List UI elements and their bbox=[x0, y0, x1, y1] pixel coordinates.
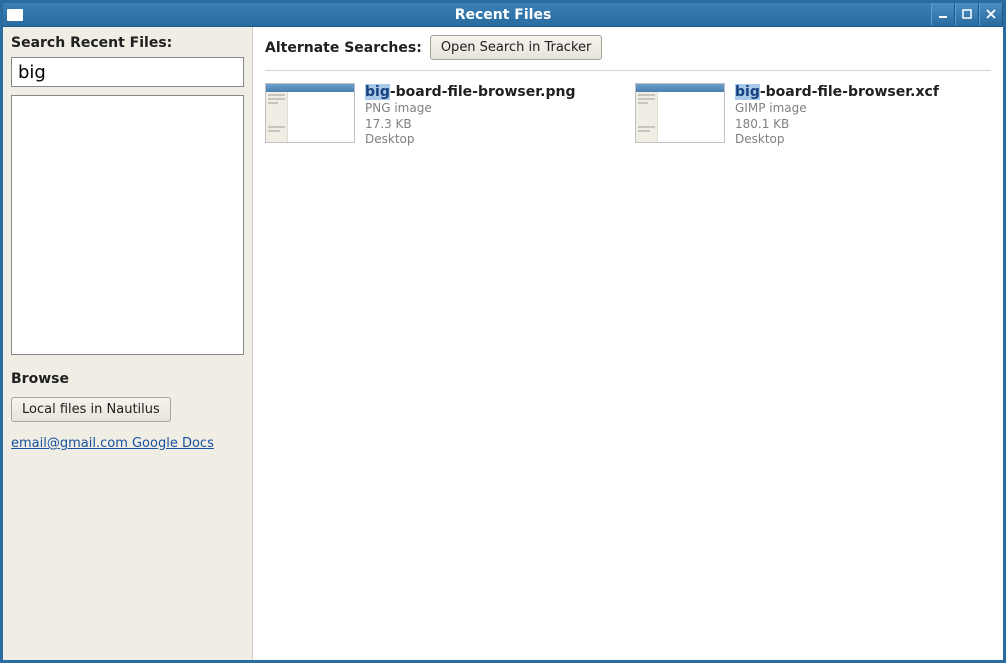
sidebar: Search Recent Files: Browse Local files … bbox=[3, 27, 253, 660]
filename-match-highlight: big bbox=[365, 84, 390, 100]
window-title: Recent Files bbox=[3, 7, 1003, 23]
file-name: big-board-file-browser.xcf bbox=[735, 83, 939, 101]
file-item[interactable]: big-board-file-browser.pngPNG image17.3 … bbox=[265, 83, 595, 148]
file-item[interactable]: big-board-file-browser.xcfGIMP image180.… bbox=[635, 83, 965, 148]
search-input[interactable] bbox=[11, 57, 244, 87]
file-size: 180.1 KB bbox=[735, 117, 939, 133]
maximize-button[interactable] bbox=[955, 3, 979, 25]
divider bbox=[265, 70, 991, 71]
close-button[interactable] bbox=[979, 3, 1003, 25]
alternate-searches-label: Alternate Searches: bbox=[265, 40, 422, 56]
minimize-button[interactable] bbox=[931, 3, 955, 25]
file-results-grid: big-board-file-browser.pngPNG image17.3 … bbox=[265, 83, 991, 148]
browse-section: Browse Local files in Nautilus email@gma… bbox=[11, 371, 244, 451]
browse-label: Browse bbox=[11, 371, 244, 387]
google-docs-link[interactable]: email@gmail.com Google Docs bbox=[11, 436, 214, 451]
app-window: Recent Files Search Recent Files: Browse… bbox=[0, 0, 1006, 663]
alternate-searches-row: Alternate Searches: Open Search in Track… bbox=[265, 35, 991, 70]
file-location: Desktop bbox=[365, 132, 576, 148]
filename-rest: -board-file-browser.png bbox=[390, 84, 576, 100]
titlebar[interactable]: Recent Files bbox=[3, 3, 1003, 27]
filename-match-highlight: big bbox=[735, 84, 760, 100]
file-type: GIMP image bbox=[735, 101, 939, 117]
file-info: big-board-file-browser.xcfGIMP image180.… bbox=[735, 83, 939, 148]
file-thumbnail bbox=[635, 83, 725, 143]
file-thumbnail bbox=[265, 83, 355, 143]
open-search-tracker-button[interactable]: Open Search in Tracker bbox=[430, 35, 603, 60]
filename-rest: -board-file-browser.xcf bbox=[760, 84, 939, 100]
file-type: PNG image bbox=[365, 101, 576, 117]
file-size: 17.3 KB bbox=[365, 117, 576, 133]
content-area: Search Recent Files: Browse Local files … bbox=[3, 27, 1003, 660]
file-location: Desktop bbox=[735, 132, 939, 148]
local-files-button[interactable]: Local files in Nautilus bbox=[11, 397, 171, 422]
main-panel: Alternate Searches: Open Search in Track… bbox=[253, 27, 1003, 660]
search-label: Search Recent Files: bbox=[11, 35, 244, 51]
app-icon bbox=[7, 9, 23, 21]
file-info: big-board-file-browser.pngPNG image17.3 … bbox=[365, 83, 576, 148]
file-name: big-board-file-browser.png bbox=[365, 83, 576, 101]
window-controls bbox=[931, 3, 1003, 26]
search-suggestions-box[interactable] bbox=[11, 95, 244, 355]
